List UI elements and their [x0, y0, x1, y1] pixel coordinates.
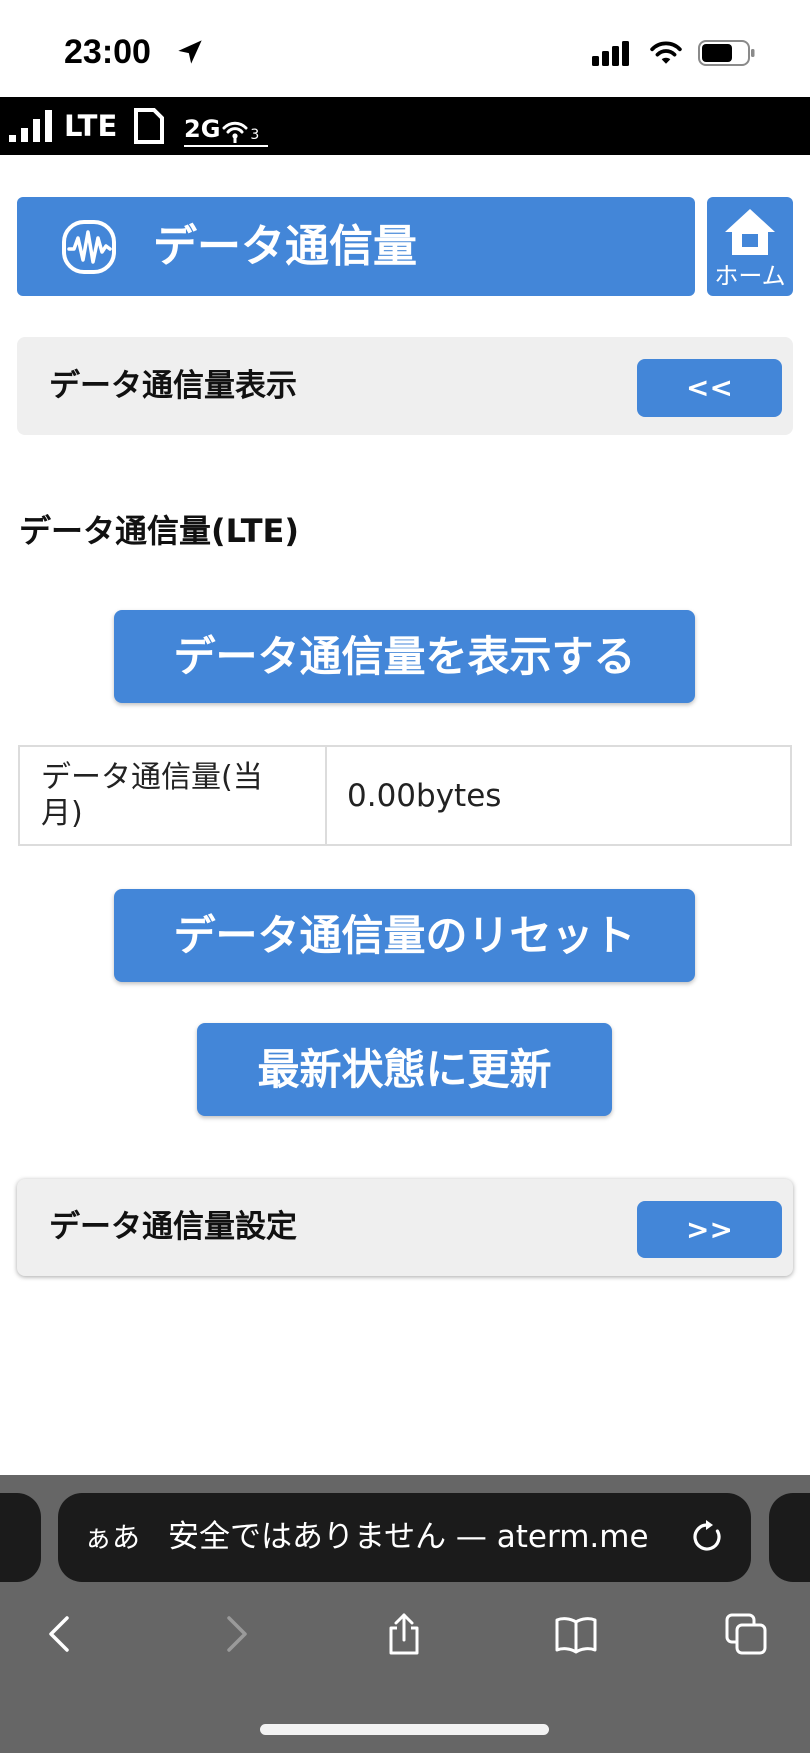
clock-time: 23:00 — [64, 33, 151, 71]
tabs-icon[interactable] — [724, 1612, 768, 1656]
data-usage-display-panel: データ通信量表示 << — [17, 337, 793, 435]
location-arrow-icon — [178, 40, 202, 64]
cellular-signal-icon — [592, 41, 629, 66]
battery-icon — [698, 40, 755, 66]
ios-status-bar: 23:00 — [0, 0, 810, 97]
router-signal-icon — [9, 110, 52, 142]
panel-title: データ通信量表示 — [49, 368, 297, 404]
home-button[interactable]: ホーム — [707, 197, 793, 296]
router-wifi-icon — [222, 121, 248, 143]
data-usage-settings-panel: データ通信量設定 >> — [17, 1179, 793, 1276]
bookmarks-icon[interactable] — [554, 1612, 598, 1656]
address-bar[interactable]: ぁあ 安全ではありません — aterm.me — [58, 1493, 751, 1582]
refresh-button[interactable]: 最新状態に更新 — [197, 1023, 612, 1116]
page-header: データ通信量 — [17, 197, 695, 296]
show-usage-button[interactable]: データ通信量を表示する — [114, 610, 695, 703]
wifi-client-count: 3 — [250, 127, 260, 143]
router-network-type: LTE — [64, 109, 118, 143]
home-icon — [725, 209, 775, 255]
waveform-icon — [62, 220, 116, 274]
browser-toolbar: ぁあ 安全ではありません — aterm.me — [0, 1475, 810, 1753]
address-text[interactable]: 安全ではありません — aterm.me — [168, 1493, 649, 1582]
forward-icon[interactable] — [213, 1612, 257, 1656]
collapse-button[interactable]: << — [637, 359, 782, 417]
panel-title: データ通信量設定 — [49, 1209, 297, 1245]
expand-button[interactable]: >> — [637, 1201, 782, 1258]
sim-card-icon — [134, 108, 164, 144]
router-band-indicator: 2G 3 — [184, 107, 268, 147]
page-title: データ通信量 — [153, 221, 417, 272]
table-value-cell: 0.00bytes — [347, 777, 502, 814]
usage-table: データ通信量(当月) 0.00bytes — [18, 745, 792, 846]
wifi-icon — [650, 41, 682, 64]
table-label-cell: データ通信量(当月) — [20, 747, 327, 844]
previous-tab-pill[interactable] — [0, 1493, 41, 1582]
text-size-button[interactable]: ぁあ — [84, 1493, 140, 1582]
band-label: 2G — [184, 115, 221, 143]
router-status-bar: LTE 2G 3 — [0, 97, 810, 155]
home-indicator[interactable] — [260, 1724, 549, 1735]
share-icon[interactable] — [382, 1612, 426, 1656]
next-tab-pill[interactable] — [769, 1493, 810, 1582]
reset-usage-button[interactable]: データ通信量のリセット — [114, 889, 695, 982]
home-button-label: ホーム — [714, 262, 786, 290]
section-title: データ通信量(LTE) — [19, 512, 300, 550]
reload-icon[interactable] — [688, 1518, 726, 1556]
back-icon[interactable] — [39, 1612, 83, 1656]
